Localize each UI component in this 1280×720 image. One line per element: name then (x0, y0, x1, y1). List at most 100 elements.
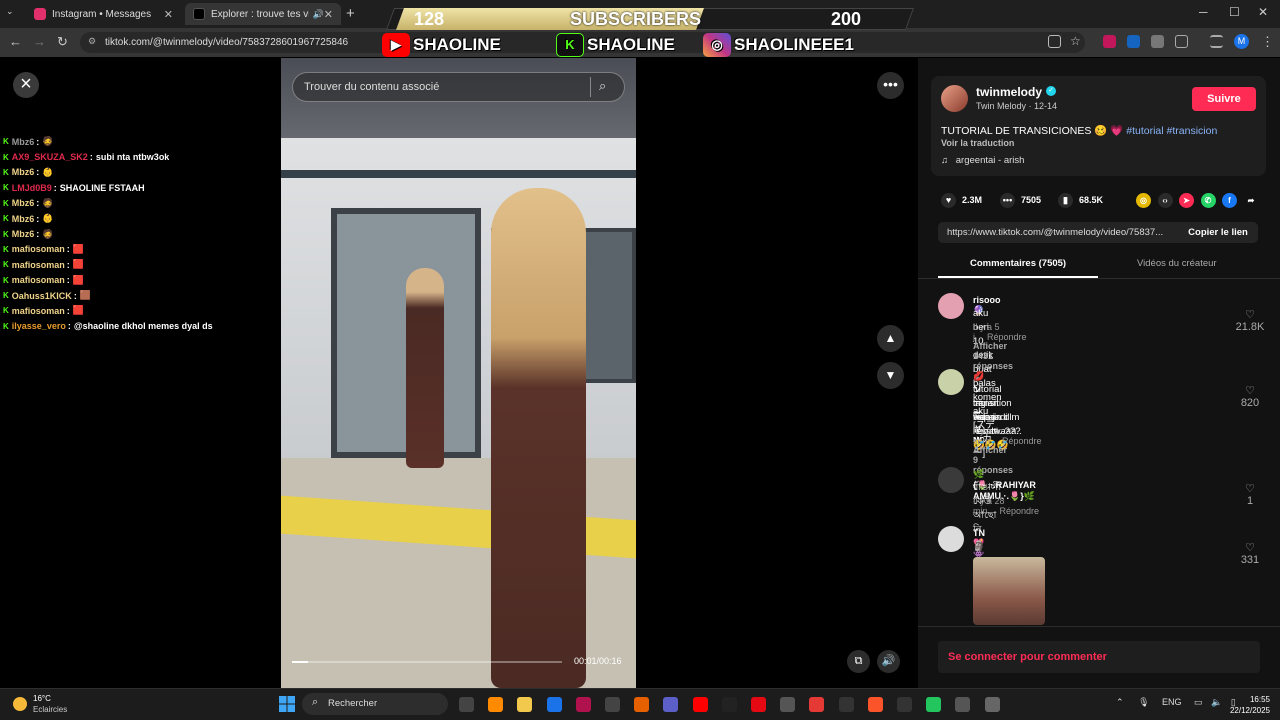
media-player-icon[interactable] (955, 697, 971, 712)
chat-username[interactable]: mafiosoman (12, 260, 65, 270)
microphone-icon[interactable]: 🎙 (1138, 697, 1149, 707)
xm-icon[interactable] (838, 697, 854, 712)
comment-like[interactable]: ♡ 1 (1235, 482, 1265, 507)
volume-tray-icon[interactable]: 🔈 (1211, 697, 1222, 707)
weather-temp[interactable]: 16°C (33, 694, 51, 703)
settings-gear-icon[interactable] (984, 697, 1000, 712)
copilot-icon[interactable] (488, 697, 504, 712)
like-stat[interactable]: ♥ 2.3M (941, 192, 982, 208)
comment-avatar[interactable] (938, 369, 964, 395)
app-icon[interactable] (809, 697, 825, 712)
app-icon[interactable] (926, 697, 942, 712)
comment-avatar[interactable] (938, 467, 964, 493)
taskbar-search[interactable]: ⌕ Rechercher (302, 693, 448, 715)
chat-username[interactable]: mafiosoman (12, 275, 65, 285)
search-icon[interactable]: ⌕ (599, 78, 606, 94)
tab-instagram[interactable]: Instagram • Messages ✕ (26, 3, 181, 25)
follow-button[interactable]: Suivre (1192, 87, 1256, 111)
send-icon[interactable]: ➤ (1179, 193, 1194, 208)
facebook-icon[interactable]: f (1222, 193, 1237, 208)
video-progress-bar[interactable] (292, 661, 562, 663)
heart-outline-icon[interactable]: ♡ (1235, 384, 1265, 397)
app-icon[interactable] (634, 697, 650, 712)
creator-avatar[interactable] (941, 85, 968, 112)
comment-like[interactable]: ♡ 820 (1235, 384, 1265, 409)
windows-start-icon[interactable] (279, 696, 295, 712)
chat-username[interactable]: mafiosoman (12, 244, 65, 254)
whatsapp-icon[interactable]: ✆ (1200, 193, 1216, 208)
coin-icon[interactable]: ◎ (1136, 193, 1151, 208)
file-explorer-icon[interactable] (517, 697, 533, 712)
new-tab-button[interactable]: + (346, 5, 355, 22)
video-player[interactable] (281, 58, 636, 688)
teams-icon[interactable] (663, 697, 679, 712)
chat-username[interactable]: Mbz6 (12, 137, 35, 147)
tab-creator-videos[interactable]: Vidéos du créateur (1137, 258, 1217, 269)
speaker-icon[interactable]: 🔊 (313, 9, 324, 20)
extension-icon[interactable] (1127, 35, 1140, 48)
minimize-button[interactable]: ─ (1199, 5, 1208, 19)
task-view-icon[interactable] (459, 697, 474, 712)
install-app-icon[interactable] (1048, 35, 1061, 48)
reply-button[interactable]: Répondre (1000, 506, 1040, 516)
close-window-button[interactable]: ✕ (1258, 5, 1268, 19)
heart-outline-icon[interactable]: ♡ (1235, 482, 1265, 495)
comment-stat[interactable]: ••• 7505 (1000, 192, 1041, 208)
volume-button[interactable]: 🔊 (877, 650, 900, 673)
music-row[interactable]: ♫ argeentai - arish (941, 155, 1024, 166)
chrome-icon[interactable] (546, 697, 562, 712)
chat-username[interactable]: ilyasse_vero (12, 321, 66, 331)
extension-icon[interactable] (1103, 35, 1116, 48)
chat-username[interactable]: mafiosoman (12, 306, 65, 316)
tab-search-icon[interactable]: ⌄ (6, 6, 14, 17)
chat-username[interactable]: LMJd0B9 (12, 183, 52, 193)
app-icon[interactable] (605, 697, 620, 712)
back-icon[interactable]: ← (9, 34, 22, 49)
more-options-button[interactable]: ••• (877, 72, 904, 99)
comment-image-thumbnail[interactable] (973, 557, 1045, 625)
share-arrow-icon[interactable]: ➦ (1243, 193, 1259, 208)
embed-icon[interactable]: ‹› (1157, 193, 1173, 208)
comment-avatar[interactable] (938, 526, 964, 552)
netflix-icon[interactable] (751, 697, 766, 712)
previous-video-button[interactable]: ▲ (877, 325, 904, 352)
extension-icon[interactable] (1151, 35, 1164, 48)
chat-username[interactable]: Mbz6 (12, 229, 35, 239)
copy-link-button[interactable]: Copier le lien (1178, 222, 1258, 243)
chat-username[interactable]: Mbz6 (12, 214, 35, 224)
chat-username[interactable]: Mbz6 (12, 198, 35, 208)
comment-avatar[interactable] (938, 293, 964, 319)
extensions-puzzle-icon[interactable] (1175, 35, 1188, 48)
taskbar-clock[interactable]: 16:55 22/12/2025 (1226, 694, 1270, 716)
close-video-button[interactable]: × (13, 72, 39, 98)
weather-desc[interactable]: Eclaircies (33, 705, 67, 714)
heart-outline-icon[interactable]: ♡ (1235, 541, 1265, 554)
related-search-input[interactable]: Trouver du contenu associé ⌕ (292, 72, 625, 102)
login-to-comment-button[interactable]: Se connecter pour commenter (938, 641, 1260, 673)
menu-kebab-icon[interactable]: ⋮ (1261, 34, 1274, 50)
profile-avatar[interactable]: M (1234, 34, 1249, 49)
chat-username[interactable]: Oahuss1KICK (12, 291, 72, 301)
forward-icon[interactable]: → (33, 34, 46, 49)
chat-username[interactable]: Mbz6 (12, 167, 35, 177)
caption-hashtags[interactable]: #tutorial #transicion (1126, 125, 1217, 137)
tab-comments[interactable]: Commentaires (7505) (970, 258, 1066, 269)
chat-username[interactable]: AX9_SKUZA_SK2 (12, 152, 88, 162)
reading-list-icon[interactable] (1210, 35, 1223, 48)
comment-like[interactable]: ♡ 331 (1235, 541, 1265, 566)
maximize-button[interactable]: ☐ (1229, 5, 1240, 19)
brave-icon[interactable] (867, 697, 883, 712)
app-icon[interactable] (780, 697, 796, 712)
bookmark-star-icon[interactable]: ☆ (1070, 34, 1081, 48)
close-tab-icon[interactable]: ✕ (324, 8, 333, 21)
see-translation-link[interactable]: Voir la traduction (941, 138, 1014, 148)
tray-expand-icon[interactable]: ⌃ (1116, 697, 1124, 707)
language-indicator[interactable]: ENG (1162, 697, 1182, 707)
floating-player-button[interactable]: ⧉ (847, 650, 870, 673)
reload-icon[interactable]: ↻ (57, 34, 68, 50)
comment-like[interactable]: ♡ 21.8K (1235, 308, 1265, 333)
next-video-button[interactable]: ▼ (877, 362, 904, 389)
youtube-app-icon[interactable] (692, 697, 708, 712)
heart-outline-icon[interactable]: ♡ (1235, 308, 1265, 321)
app-icon[interactable] (575, 697, 591, 712)
